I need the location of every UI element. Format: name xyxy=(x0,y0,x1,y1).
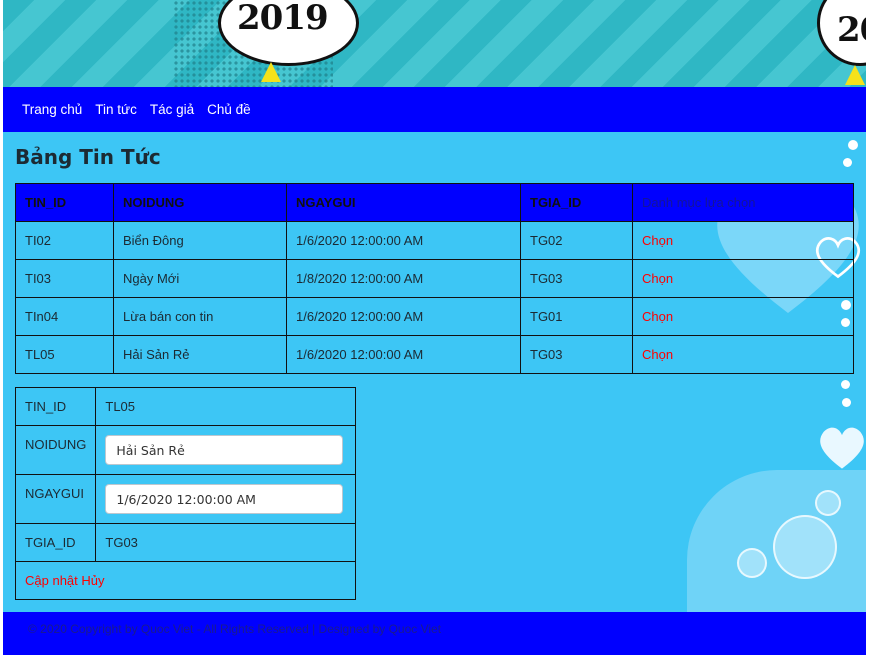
cell-tgia-id: TG02 xyxy=(520,221,633,260)
cell-tgia-id: TG01 xyxy=(520,297,633,336)
table-row: TI03 Ngày Mới 1/8/2020 12:00:00 AM TG03 … xyxy=(15,259,854,298)
page: 2019 20 Trang chủ Tin tức Tác giả Chủ đề… xyxy=(3,0,866,655)
table-row: TI02 Biển Đông 1/6/2020 12:00:00 AM TG02… xyxy=(15,221,854,260)
header-banner: 2019 20 xyxy=(3,0,866,87)
bubble xyxy=(815,490,841,516)
table-header-row: TIN_ID NOIDUNG NGAYGUI TGIA_ID Danh mục … xyxy=(15,183,854,222)
pearl xyxy=(841,380,850,389)
cell-action: Chọn xyxy=(632,221,854,260)
cell-tgia-id: TG03 xyxy=(520,335,633,374)
table-row: TL05 Hải Sản Rẻ 1/6/2020 12:00:00 AM TG0… xyxy=(15,335,854,374)
ngaygui-input[interactable]: 1/6/2020 12:00:00 AM xyxy=(105,484,344,514)
detail-row: TIN_ID TL05 xyxy=(14,387,356,426)
ngaygui-cell: 1/6/2020 12:00:00 AM xyxy=(95,474,356,524)
cell-tin-id: TL05 xyxy=(15,335,114,374)
heart-small-icon xyxy=(820,427,864,469)
cell-tin-id: TI02 xyxy=(15,221,114,260)
footer: © 2020 Copyright by Quoc Viet - All Righ… xyxy=(3,612,866,655)
pearl xyxy=(842,398,851,407)
cell-action: Chọn xyxy=(632,297,854,336)
nav-home[interactable]: Trang chủ xyxy=(22,102,82,117)
select-link[interactable]: Chọn xyxy=(642,347,673,362)
cell-ngaygui: 1/6/2020 12:00:00 AM xyxy=(286,297,521,336)
nav-topics[interactable]: Chủ đề xyxy=(207,102,251,117)
pearl xyxy=(848,140,858,150)
bubble xyxy=(773,515,837,579)
tin-id-value: TL05 xyxy=(95,387,356,426)
nav-news[interactable]: Tin tức xyxy=(95,102,137,117)
detail-row: TGIA_ID TG03 xyxy=(14,523,356,562)
cell-tin-id: TIn04 xyxy=(15,297,114,336)
cell-action: Chọn xyxy=(632,259,854,298)
bubble xyxy=(737,548,767,578)
cell-tin-id: TI03 xyxy=(15,259,114,298)
detail-row: NOIDUNG Hải Sản Rẻ xyxy=(14,425,356,475)
select-link[interactable]: Chọn xyxy=(642,309,673,324)
column-header: NOIDUNG xyxy=(113,183,287,222)
tin-id-label: TIN_ID xyxy=(14,387,97,426)
page-title: Bảng Tin Tức xyxy=(15,145,161,169)
detail-row: NGAYGUI 1/6/2020 12:00:00 AM xyxy=(14,474,356,524)
detail-actions-row: Cập nhật Hủy xyxy=(15,561,356,600)
cell-action: Chọn xyxy=(632,335,854,374)
tgia-id-value: TG03 xyxy=(95,523,356,562)
column-header: Danh mục lựa chọn xyxy=(632,183,854,222)
detail-form: TIN_ID TL05 NOIDUNG Hải Sản Rẻ NGAYGUI 1… xyxy=(14,387,356,600)
cell-noidung: Biển Đông xyxy=(113,221,287,260)
column-header: NGAYGUI xyxy=(286,183,521,222)
cell-ngaygui: 1/8/2020 12:00:00 AM xyxy=(286,259,521,298)
cell-ngaygui: 1/6/2020 12:00:00 AM xyxy=(286,335,521,374)
cell-noidung: Hải Sản Rẻ xyxy=(113,335,287,374)
noidung-cell: Hải Sản Rẻ xyxy=(95,425,356,475)
noidung-label: NOIDUNG xyxy=(14,425,97,475)
pearl xyxy=(843,158,852,167)
lightning-icon xyxy=(261,62,281,82)
update-link[interactable]: Cập nhật xyxy=(25,573,78,588)
cell-noidung: Ngày Mới xyxy=(113,259,287,298)
column-header: TGIA_ID xyxy=(520,183,633,222)
lightning-icon-right xyxy=(845,65,865,85)
cell-tgia-id: TG03 xyxy=(520,259,633,298)
main-nav: Trang chủ Tin tức Tác giả Chủ đề xyxy=(3,87,866,132)
banner-year-right: 20 xyxy=(837,10,866,50)
select-link[interactable]: Chọn xyxy=(642,271,673,286)
banner-year: 2019 xyxy=(237,0,329,38)
news-table: TIN_ID NOIDUNG NGAYGUI TGIA_ID Danh mục … xyxy=(15,183,854,374)
cancel-link[interactable]: Hủy xyxy=(81,573,104,588)
column-header: TIN_ID xyxy=(15,183,114,222)
actions-cell: Cập nhật Hủy xyxy=(15,561,356,600)
nav-authors[interactable]: Tác giả xyxy=(150,102,194,117)
table-row: TIn04 Lừa bán con tin 1/6/2020 12:00:00 … xyxy=(15,297,854,336)
noidung-input[interactable]: Hải Sản Rẻ xyxy=(105,435,344,465)
ngaygui-label: NGAYGUI xyxy=(14,474,97,524)
footer-copyright: © 2020 Copyright by Quoc Viet - All Righ… xyxy=(28,622,442,636)
select-link[interactable]: Chọn xyxy=(642,233,673,248)
cell-ngaygui: 1/6/2020 12:00:00 AM xyxy=(286,221,521,260)
cell-noidung: Lừa bán con tin xyxy=(113,297,287,336)
tgia-id-label: TGIA_ID xyxy=(14,523,97,562)
